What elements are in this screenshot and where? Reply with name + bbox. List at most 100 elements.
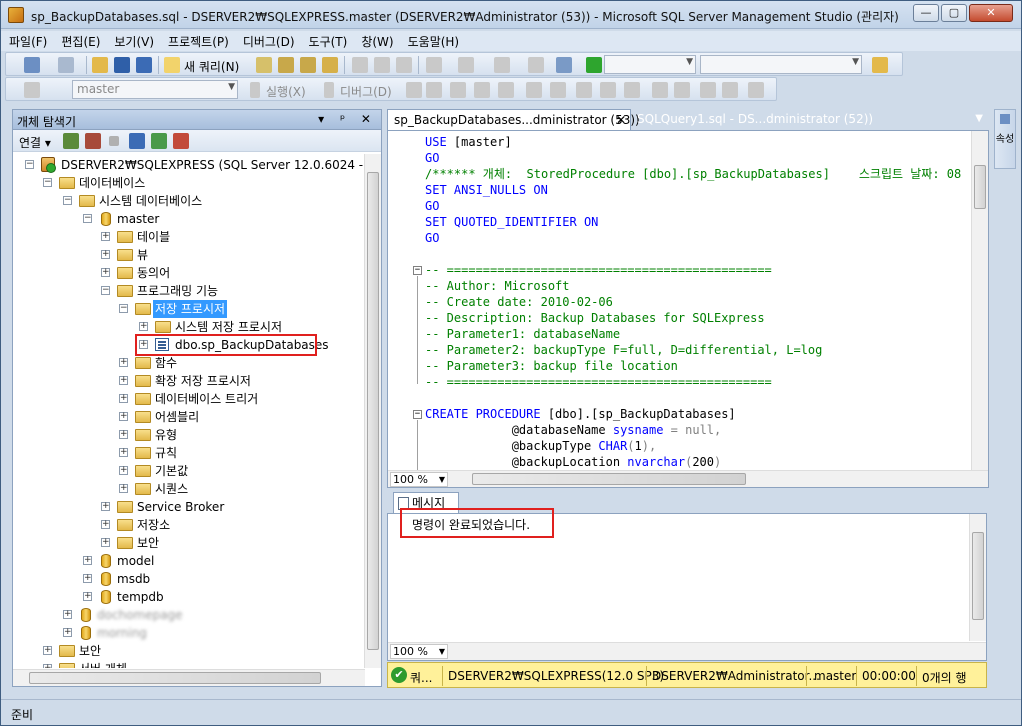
- results-grid-icon[interactable]: [600, 82, 616, 98]
- increase-indent-icon[interactable]: [722, 82, 738, 98]
- close-tab-icon[interactable]: ✕: [616, 110, 626, 130]
- comment-icon[interactable]: [652, 82, 668, 98]
- add-item-icon[interactable]: [58, 57, 74, 73]
- collapse-toggle[interactable]: −: [119, 304, 128, 313]
- scroll-thumb[interactable]: [972, 532, 984, 620]
- collapse-region-icon[interactable]: −: [413, 266, 422, 275]
- connect-server-icon[interactable]: [63, 133, 79, 149]
- connect-dropdown[interactable]: 연결 ▾: [19, 134, 51, 151]
- scroll-thumb[interactable]: [974, 165, 986, 209]
- debug-button[interactable]: 디버그(D): [340, 83, 392, 100]
- expand-toggle[interactable]: +: [101, 502, 110, 511]
- object-explorer-vertical-scrollbar[interactable]: [364, 154, 381, 668]
- new-query-icon[interactable]: [164, 57, 180, 73]
- expand-toggle[interactable]: +: [101, 250, 110, 259]
- menu-help[interactable]: 도움말(H): [400, 31, 466, 50]
- results-text-icon[interactable]: [576, 82, 592, 98]
- parse-icon[interactable]: [426, 82, 442, 98]
- cancel-query-icon[interactable]: [406, 82, 422, 98]
- messages-vertical-scrollbar[interactable]: [969, 514, 986, 641]
- tab-list-dropdown-icon[interactable]: ▼: [975, 113, 983, 124]
- menu-view[interactable]: 보기(V): [106, 31, 160, 50]
- expand-toggle[interactable]: +: [83, 556, 92, 565]
- editor-zoom-select[interactable]: 100 % ▼: [390, 472, 448, 487]
- db-engine-query-icon[interactable]: [256, 57, 272, 73]
- execute-button[interactable]: 실행(X): [266, 83, 306, 100]
- expand-toggle[interactable]: +: [43, 646, 52, 655]
- undo-icon[interactable]: [426, 57, 442, 73]
- expand-toggle[interactable]: +: [43, 664, 52, 668]
- properties-side-tab[interactable]: 속성: [994, 109, 1016, 169]
- expand-toggle[interactable]: +: [101, 232, 110, 241]
- results-file-icon[interactable]: [624, 82, 640, 98]
- new-query-button[interactable]: 새 쿼리(N): [184, 58, 239, 75]
- scroll-thumb[interactable]: [367, 172, 379, 650]
- estimated-plan-icon[interactable]: [450, 82, 466, 98]
- start-debug-icon[interactable]: [586, 57, 602, 73]
- filter-icon[interactable]: [129, 133, 145, 149]
- navigate-forward-icon[interactable]: [528, 57, 544, 73]
- expand-toggle[interactable]: +: [83, 574, 92, 583]
- intellisense-icon[interactable]: [498, 82, 514, 98]
- maximize-button[interactable]: ▢: [941, 4, 967, 22]
- mdx-query-icon[interactable]: [278, 57, 294, 73]
- expand-toggle[interactable]: +: [119, 466, 128, 475]
- expand-toggle[interactable]: +: [83, 592, 92, 601]
- collapse-toggle[interactable]: −: [83, 214, 92, 223]
- expand-toggle[interactable]: +: [101, 538, 110, 547]
- uncomment-icon[interactable]: [674, 82, 690, 98]
- object-explorer-horizontal-scrollbar[interactable]: [13, 669, 365, 686]
- object-explorer-icon[interactable]: [872, 57, 888, 73]
- collapse-toggle[interactable]: −: [43, 178, 52, 187]
- menu-edit[interactable]: 편집(E): [53, 31, 106, 50]
- menu-window[interactable]: 창(W): [353, 31, 399, 50]
- query-designer-icon[interactable]: [474, 82, 490, 98]
- activity-monitor-icon[interactable]: [556, 57, 572, 73]
- specify-values-icon[interactable]: [748, 82, 764, 98]
- collapse-toggle[interactable]: −: [101, 286, 110, 295]
- scroll-thumb[interactable]: [472, 473, 746, 485]
- code-area[interactable]: USE [master] GO /****** 개체: StoredProced…: [388, 134, 972, 470]
- minimize-button[interactable]: —: [913, 4, 939, 22]
- refresh-icon[interactable]: [151, 133, 167, 149]
- xmla-query-icon[interactable]: [322, 57, 338, 73]
- expand-toggle[interactable]: +: [63, 628, 72, 637]
- expand-toggle[interactable]: +: [139, 322, 148, 331]
- expand-toggle[interactable]: +: [119, 484, 128, 493]
- menu-tools[interactable]: 도구(T): [301, 31, 354, 50]
- expand-toggle[interactable]: +: [119, 376, 128, 385]
- messages-zoom-select[interactable]: 100 % ▼: [390, 644, 448, 659]
- dmx-query-icon[interactable]: [300, 57, 316, 73]
- tab-sp-backupdatabases[interactable]: sp_BackupDatabases...dministrator (53)) …: [387, 109, 640, 131]
- collapse-toggle[interactable]: −: [25, 160, 34, 169]
- expand-toggle[interactable]: +: [101, 268, 110, 277]
- menu-debug[interactable]: 디버그(D): [235, 31, 301, 50]
- include-plan-icon[interactable]: [526, 82, 542, 98]
- collapse-toggle[interactable]: −: [63, 196, 72, 205]
- expand-toggle[interactable]: +: [119, 394, 128, 403]
- scroll-thumb[interactable]: [29, 672, 321, 684]
- expand-toggle[interactable]: +: [119, 448, 128, 457]
- stop-icon[interactable]: [109, 136, 119, 146]
- expand-toggle[interactable]: +: [63, 610, 72, 619]
- query-editor[interactable]: USE [master] GO /****** 개체: StoredProced…: [387, 130, 989, 488]
- redo-icon[interactable]: [458, 57, 474, 73]
- solution-config-combo[interactable]: ▼: [604, 55, 696, 74]
- activity-icon[interactable]: [173, 133, 189, 149]
- client-stats-icon[interactable]: [550, 82, 566, 98]
- new-project-icon[interactable]: [24, 57, 40, 73]
- menu-project[interactable]: 프로젝트(P): [160, 31, 235, 50]
- save-all-icon[interactable]: [136, 57, 152, 73]
- find-combo[interactable]: ▼: [700, 55, 862, 74]
- paste-icon[interactable]: [396, 57, 412, 73]
- open-folder-icon[interactable]: [92, 57, 108, 73]
- navigate-back-icon[interactable]: [494, 57, 510, 73]
- expand-toggle[interactable]: +: [101, 520, 110, 529]
- expand-toggle[interactable]: +: [119, 412, 128, 421]
- database-combo[interactable]: master ▼: [72, 80, 238, 99]
- editor-vertical-scrollbar[interactable]: [971, 131, 988, 471]
- decrease-indent-icon[interactable]: [700, 82, 716, 98]
- panel-header-buttons[interactable]: ▾ ᵖ ✕: [318, 112, 377, 126]
- menu-file[interactable]: 파일(F): [1, 31, 53, 50]
- disconnect-icon[interactable]: [85, 133, 101, 149]
